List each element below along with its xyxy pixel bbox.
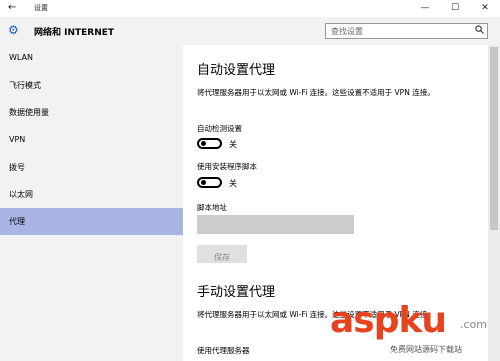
sidebar-item-label: 拨号: [9, 163, 25, 172]
save-button-label: 保存: [214, 253, 230, 262]
toggle-knob: [201, 180, 206, 185]
setup-script-state: 关: [229, 179, 237, 188]
minimize-button[interactable]: —: [410, 0, 440, 17]
window-title: 设置: [34, 4, 48, 12]
content-pane: 自动设置代理 将代理服务器用于以太网或 Wi-Fi 连接。这些设置不适用于 VP…: [183, 45, 488, 361]
detect-settings-toggle[interactable]: [197, 138, 222, 149]
search-input[interactable]: 查找设置: [325, 23, 488, 39]
sidebar-item-label: 数据使用量: [9, 108, 49, 117]
settings-header: ⚙ 网络和 INTERNET 查找设置: [0, 17, 500, 45]
sidebar-item-label: 代理: [9, 217, 25, 226]
sidebar-item-ethernet[interactable]: 以太网: [0, 181, 183, 208]
sidebar-item-proxy[interactable]: 代理: [0, 208, 183, 235]
scrollbar-thumb[interactable]: [490, 47, 498, 230]
sidebar-item-label: 以太网: [9, 190, 33, 199]
auto-proxy-description: 将代理服务器用于以太网或 Wi-Fi 连接。这些设置不适用于 VPN 连接。: [197, 88, 435, 97]
search-placeholder: 查找设置: [331, 27, 363, 36]
content-scrollbar[interactable]: [488, 45, 500, 361]
sidebar-item-label: WLAN: [9, 53, 34, 62]
detect-settings-label: 自动检测设置: [197, 124, 242, 133]
page-title: 网络和 INTERNET: [34, 28, 115, 38]
script-address-input[interactable]: [197, 215, 354, 234]
sidebar-item-wlan[interactable]: WLAN: [0, 45, 183, 72]
toggle-knob: [201, 141, 206, 146]
back-arrow-icon[interactable]: ←: [8, 2, 16, 13]
manual-proxy-heading: 手动设置代理: [197, 285, 276, 300]
gear-icon: ⚙: [8, 23, 19, 37]
search-icon[interactable]: [475, 25, 484, 37]
maximize-button[interactable]: ☐: [440, 0, 470, 17]
sidebar: WLAN 飞行模式 数据使用量 VPN 拨号 以太网 代理: [0, 45, 183, 361]
close-button[interactable]: ✕: [470, 0, 500, 17]
use-proxy-server-label: 使用代理服务器: [197, 346, 250, 355]
title-bar: ← 设置 — ☐ ✕: [0, 0, 500, 17]
script-address-label: 脚本地址: [197, 203, 227, 212]
sidebar-item-label: 飞行模式: [9, 81, 41, 90]
manual-proxy-description: 将代理服务器用于以太网或 Wi-Fi 连接。这些设置不适用于 VPN 连接。: [197, 310, 435, 319]
save-button[interactable]: 保存: [197, 245, 247, 263]
sidebar-item-airplane-mode[interactable]: 飞行模式: [0, 72, 183, 99]
auto-proxy-heading: 自动设置代理: [197, 63, 276, 78]
sidebar-item-dialup[interactable]: 拨号: [0, 154, 183, 181]
setup-script-label: 使用安装程序脚本: [197, 162, 257, 171]
detect-settings-state: 关: [229, 140, 237, 149]
sidebar-item-vpn[interactable]: VPN: [0, 127, 183, 154]
sidebar-item-label: VPN: [9, 135, 26, 144]
setup-script-toggle[interactable]: [197, 177, 222, 188]
sidebar-item-data-usage[interactable]: 数据使用量: [0, 99, 183, 126]
